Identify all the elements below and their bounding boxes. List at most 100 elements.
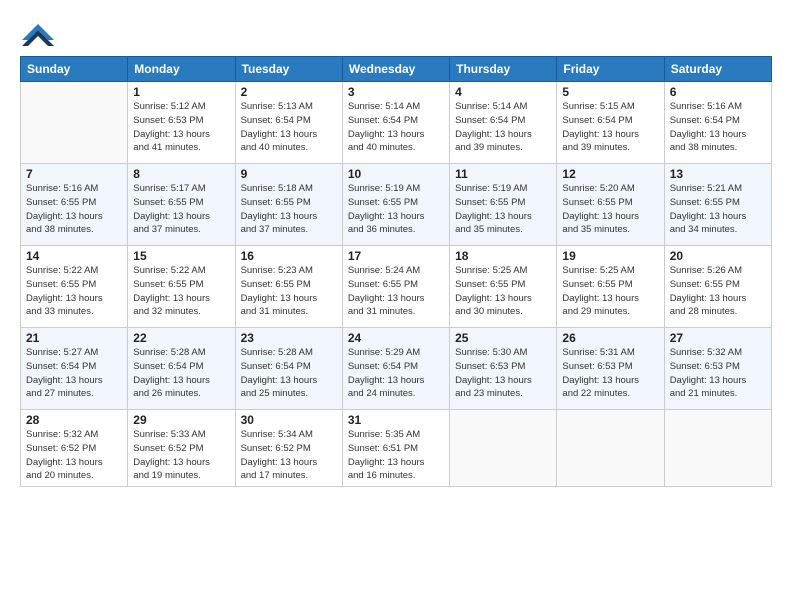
calendar-table: SundayMondayTuesdayWednesdayThursdayFrid… <box>20 56 772 487</box>
day-cell: 15Sunrise: 5:22 AM Sunset: 6:55 PM Dayli… <box>128 246 235 328</box>
day-info: Sunrise: 5:16 AM Sunset: 6:55 PM Dayligh… <box>26 182 122 237</box>
day-info: Sunrise: 5:24 AM Sunset: 6:55 PM Dayligh… <box>348 264 444 319</box>
day-info: Sunrise: 5:19 AM Sunset: 6:55 PM Dayligh… <box>348 182 444 237</box>
day-number: 8 <box>133 167 229 181</box>
day-cell: 24Sunrise: 5:29 AM Sunset: 6:54 PM Dayli… <box>342 328 449 410</box>
logo-icon <box>20 18 56 48</box>
day-number: 16 <box>241 249 337 263</box>
day-info: Sunrise: 5:12 AM Sunset: 6:53 PM Dayligh… <box>133 100 229 155</box>
day-cell: 5Sunrise: 5:15 AM Sunset: 6:54 PM Daylig… <box>557 82 664 164</box>
day-number: 10 <box>348 167 444 181</box>
day-info: Sunrise: 5:20 AM Sunset: 6:55 PM Dayligh… <box>562 182 658 237</box>
day-cell: 26Sunrise: 5:31 AM Sunset: 6:53 PM Dayli… <box>557 328 664 410</box>
week-row: 1Sunrise: 5:12 AM Sunset: 6:53 PM Daylig… <box>21 82 772 164</box>
day-number: 13 <box>670 167 766 181</box>
logo <box>20 18 60 48</box>
page: SundayMondayTuesdayWednesdayThursdayFrid… <box>0 0 792 612</box>
header-cell-tuesday: Tuesday <box>235 57 342 82</box>
day-cell: 14Sunrise: 5:22 AM Sunset: 6:55 PM Dayli… <box>21 246 128 328</box>
day-number: 30 <box>241 413 337 427</box>
day-info: Sunrise: 5:29 AM Sunset: 6:54 PM Dayligh… <box>348 346 444 401</box>
day-number: 21 <box>26 331 122 345</box>
day-cell <box>450 410 557 487</box>
header-cell-friday: Friday <box>557 57 664 82</box>
day-number: 12 <box>562 167 658 181</box>
day-info: Sunrise: 5:27 AM Sunset: 6:54 PM Dayligh… <box>26 346 122 401</box>
day-info: Sunrise: 5:16 AM Sunset: 6:54 PM Dayligh… <box>670 100 766 155</box>
day-info: Sunrise: 5:14 AM Sunset: 6:54 PM Dayligh… <box>348 100 444 155</box>
day-cell: 4Sunrise: 5:14 AM Sunset: 6:54 PM Daylig… <box>450 82 557 164</box>
day-number: 14 <box>26 249 122 263</box>
week-row: 14Sunrise: 5:22 AM Sunset: 6:55 PM Dayli… <box>21 246 772 328</box>
header-cell-sunday: Sunday <box>21 57 128 82</box>
day-number: 7 <box>26 167 122 181</box>
day-number: 18 <box>455 249 551 263</box>
day-info: Sunrise: 5:15 AM Sunset: 6:54 PM Dayligh… <box>562 100 658 155</box>
header-cell-wednesday: Wednesday <box>342 57 449 82</box>
day-info: Sunrise: 5:14 AM Sunset: 6:54 PM Dayligh… <box>455 100 551 155</box>
day-number: 27 <box>670 331 766 345</box>
day-cell: 28Sunrise: 5:32 AM Sunset: 6:52 PM Dayli… <box>21 410 128 487</box>
day-info: Sunrise: 5:28 AM Sunset: 6:54 PM Dayligh… <box>133 346 229 401</box>
header-cell-thursday: Thursday <box>450 57 557 82</box>
day-cell: 29Sunrise: 5:33 AM Sunset: 6:52 PM Dayli… <box>128 410 235 487</box>
week-row: 7Sunrise: 5:16 AM Sunset: 6:55 PM Daylig… <box>21 164 772 246</box>
day-info: Sunrise: 5:32 AM Sunset: 6:52 PM Dayligh… <box>26 428 122 483</box>
day-number: 2 <box>241 85 337 99</box>
day-info: Sunrise: 5:22 AM Sunset: 6:55 PM Dayligh… <box>133 264 229 319</box>
day-number: 19 <box>562 249 658 263</box>
day-cell <box>557 410 664 487</box>
day-info: Sunrise: 5:32 AM Sunset: 6:53 PM Dayligh… <box>670 346 766 401</box>
day-info: Sunrise: 5:17 AM Sunset: 6:55 PM Dayligh… <box>133 182 229 237</box>
day-number: 15 <box>133 249 229 263</box>
day-number: 6 <box>670 85 766 99</box>
day-cell: 1Sunrise: 5:12 AM Sunset: 6:53 PM Daylig… <box>128 82 235 164</box>
day-cell: 6Sunrise: 5:16 AM Sunset: 6:54 PM Daylig… <box>664 82 771 164</box>
day-number: 26 <box>562 331 658 345</box>
day-number: 31 <box>348 413 444 427</box>
day-cell: 12Sunrise: 5:20 AM Sunset: 6:55 PM Dayli… <box>557 164 664 246</box>
day-cell: 3Sunrise: 5:14 AM Sunset: 6:54 PM Daylig… <box>342 82 449 164</box>
day-cell: 27Sunrise: 5:32 AM Sunset: 6:53 PM Dayli… <box>664 328 771 410</box>
day-number: 11 <box>455 167 551 181</box>
day-number: 28 <box>26 413 122 427</box>
day-info: Sunrise: 5:25 AM Sunset: 6:55 PM Dayligh… <box>562 264 658 319</box>
day-cell: 7Sunrise: 5:16 AM Sunset: 6:55 PM Daylig… <box>21 164 128 246</box>
day-info: Sunrise: 5:31 AM Sunset: 6:53 PM Dayligh… <box>562 346 658 401</box>
header-cell-saturday: Saturday <box>664 57 771 82</box>
calendar-body: 1Sunrise: 5:12 AM Sunset: 6:53 PM Daylig… <box>21 82 772 487</box>
calendar-header: SundayMondayTuesdayWednesdayThursdayFrid… <box>21 57 772 82</box>
day-info: Sunrise: 5:18 AM Sunset: 6:55 PM Dayligh… <box>241 182 337 237</box>
day-cell <box>664 410 771 487</box>
day-cell: 20Sunrise: 5:26 AM Sunset: 6:55 PM Dayli… <box>664 246 771 328</box>
day-number: 22 <box>133 331 229 345</box>
day-info: Sunrise: 5:30 AM Sunset: 6:53 PM Dayligh… <box>455 346 551 401</box>
day-number: 5 <box>562 85 658 99</box>
day-cell: 25Sunrise: 5:30 AM Sunset: 6:53 PM Dayli… <box>450 328 557 410</box>
day-number: 4 <box>455 85 551 99</box>
day-cell: 23Sunrise: 5:28 AM Sunset: 6:54 PM Dayli… <box>235 328 342 410</box>
day-cell: 10Sunrise: 5:19 AM Sunset: 6:55 PM Dayli… <box>342 164 449 246</box>
day-number: 9 <box>241 167 337 181</box>
day-number: 20 <box>670 249 766 263</box>
day-cell: 11Sunrise: 5:19 AM Sunset: 6:55 PM Dayli… <box>450 164 557 246</box>
day-info: Sunrise: 5:33 AM Sunset: 6:52 PM Dayligh… <box>133 428 229 483</box>
day-cell: 21Sunrise: 5:27 AM Sunset: 6:54 PM Dayli… <box>21 328 128 410</box>
day-cell: 16Sunrise: 5:23 AM Sunset: 6:55 PM Dayli… <box>235 246 342 328</box>
day-cell: 19Sunrise: 5:25 AM Sunset: 6:55 PM Dayli… <box>557 246 664 328</box>
day-cell: 17Sunrise: 5:24 AM Sunset: 6:55 PM Dayli… <box>342 246 449 328</box>
week-row: 28Sunrise: 5:32 AM Sunset: 6:52 PM Dayli… <box>21 410 772 487</box>
day-number: 23 <box>241 331 337 345</box>
header-cell-monday: Monday <box>128 57 235 82</box>
day-cell: 18Sunrise: 5:25 AM Sunset: 6:55 PM Dayli… <box>450 246 557 328</box>
day-cell: 2Sunrise: 5:13 AM Sunset: 6:54 PM Daylig… <box>235 82 342 164</box>
day-info: Sunrise: 5:19 AM Sunset: 6:55 PM Dayligh… <box>455 182 551 237</box>
day-number: 1 <box>133 85 229 99</box>
day-info: Sunrise: 5:23 AM Sunset: 6:55 PM Dayligh… <box>241 264 337 319</box>
day-info: Sunrise: 5:22 AM Sunset: 6:55 PM Dayligh… <box>26 264 122 319</box>
day-info: Sunrise: 5:13 AM Sunset: 6:54 PM Dayligh… <box>241 100 337 155</box>
day-info: Sunrise: 5:25 AM Sunset: 6:55 PM Dayligh… <box>455 264 551 319</box>
day-number: 17 <box>348 249 444 263</box>
day-number: 25 <box>455 331 551 345</box>
day-cell: 30Sunrise: 5:34 AM Sunset: 6:52 PM Dayli… <box>235 410 342 487</box>
